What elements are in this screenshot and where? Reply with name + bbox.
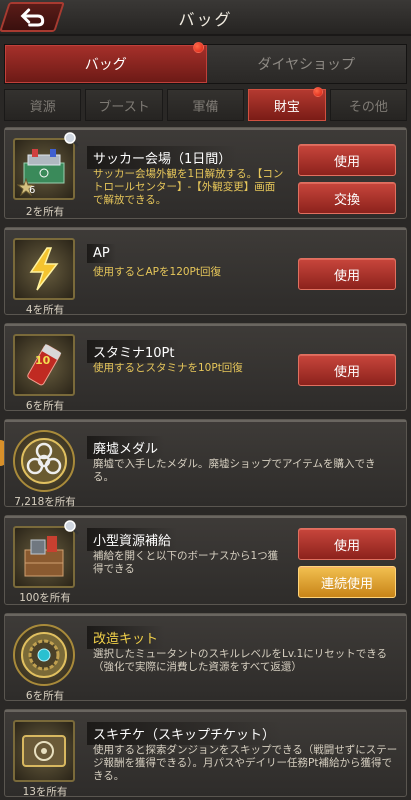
- magnifier-icon[interactable]: [63, 131, 79, 147]
- use-button[interactable]: 使用: [298, 258, 396, 290]
- item-name: 小型資源補給: [87, 528, 178, 551]
- title-bar: バッグ: [0, 0, 411, 36]
- subtab-treasure[interactable]: 財宝: [248, 87, 326, 121]
- supply-crate-icon[interactable]: [13, 526, 75, 588]
- list-item: 10 6を所有 スタミナ10Pt 使用するとスタミナを10Pt回復 使用: [4, 323, 407, 412]
- owned-count: 7,218を所有: [14, 496, 76, 508]
- list-item: 13を所有 スキチケ（スキップチケット） 使用すると探索ダンジョンをスキップでき…: [4, 709, 407, 798]
- subtab-label: ブースト: [98, 99, 150, 115]
- use-button[interactable]: 使用: [298, 354, 396, 386]
- main-tabs: バッグ ダイヤショップ: [4, 42, 407, 84]
- item-name: 改造キット: [87, 626, 165, 649]
- item-description: 使用すると探索ダンジョンをスキップできる（戦闘せずにステージ報酬を獲得できる）。…: [93, 744, 398, 782]
- tab-diamond-shop[interactable]: ダイヤショップ: [206, 45, 406, 83]
- owned-count: 6を所有: [25, 690, 65, 702]
- owned-count: 4を所有: [25, 304, 65, 316]
- icon-value: 10: [35, 354, 51, 367]
- biohazard-medal-icon[interactable]: [13, 430, 75, 492]
- magnifier-icon[interactable]: [63, 519, 79, 535]
- bulk-use-button[interactable]: 連続使用: [298, 566, 396, 598]
- item-description: 使用するとAPを120Pt回復: [93, 266, 222, 278]
- owned-count: 100を所有: [19, 592, 71, 604]
- item-name: スタミナ10Pt: [87, 340, 181, 363]
- item-name: スキチケ（スキップチケット）: [87, 722, 282, 745]
- stamina-can-icon[interactable]: 10: [13, 334, 75, 396]
- subtab-label: その他: [348, 99, 388, 115]
- item-name: AP: [87, 244, 116, 263]
- subtab-label: 資源: [29, 99, 56, 115]
- owned-count: 13を所有: [22, 786, 68, 798]
- gear-medal-icon[interactable]: [13, 624, 75, 686]
- item-description: 廃墟で入手したメダル。廃墟ショップでアイテムを購入できる。: [93, 458, 376, 483]
- sub-tabs: 資源 ブースト 軍備 財宝 その他: [0, 87, 411, 121]
- stadium-icon[interactable]: 6: [13, 138, 75, 200]
- list-item: 6を所有 改造キット 選択したミュータントのスキルレベルをLv.1にリセットでき…: [4, 613, 407, 702]
- subtab-label: 軍備: [192, 99, 219, 115]
- owned-count: 2を所有: [25, 206, 65, 218]
- icon-level: 6: [29, 185, 36, 196]
- item-description: サッカー会場外観を1日解放する。【コントロールセンター】-【外観変更】画面で解放…: [93, 168, 284, 206]
- exchange-button[interactable]: 交換: [298, 182, 396, 214]
- list-item: 7,218を所有 廃墟メダル 廃墟で入手したメダル。廃墟ショップでアイテムを購入…: [4, 419, 407, 508]
- tab-diamond-shop-label: ダイヤショップ: [257, 57, 356, 73]
- item-description: 使用するとスタミナを10Pt回復: [93, 362, 243, 374]
- use-button[interactable]: 使用: [298, 528, 396, 560]
- skip-ticket-icon[interactable]: [13, 720, 75, 782]
- tab-bag-label: バッグ: [84, 57, 127, 73]
- list-item: 6 2を所有 サッカー会場（1日間） サッカー会場外観を1日解放する。【コントロ…: [4, 127, 407, 219]
- list-item: 100を所有 小型資源補給 補給を開くと以下のボーナスから1つ獲得できる 使用 …: [4, 515, 407, 605]
- subtab-boost[interactable]: ブースト: [85, 89, 163, 121]
- notification-badge: [312, 87, 323, 97]
- subtab-resources[interactable]: 資源: [4, 89, 82, 121]
- item-list: 6 2を所有 サッカー会場（1日間） サッカー会場外観を1日解放する。【コントロ…: [4, 127, 407, 800]
- subtab-armament[interactable]: 軍備: [166, 89, 245, 121]
- item-description: 選択したミュータントのスキルレベルをLv.1にリセットできる（強化で実際に消費し…: [93, 648, 388, 673]
- owned-count: 6を所有: [25, 400, 65, 412]
- use-button[interactable]: 使用: [298, 144, 396, 176]
- item-name: サッカー会場（1日間）: [87, 146, 238, 169]
- list-item: 4を所有 AP 使用するとAPを120Pt回復 使用: [4, 227, 407, 316]
- notification-badge: [192, 42, 204, 53]
- item-description: 補給を開くと以下のボーナスから1つ獲得できる: [93, 550, 279, 575]
- lightning-icon[interactable]: [13, 238, 75, 300]
- tab-bag[interactable]: バッグ: [5, 42, 207, 83]
- item-name: 廃墟メダル: [87, 436, 165, 459]
- subtab-other[interactable]: その他: [329, 89, 408, 121]
- page-title: バッグ: [178, 10, 233, 29]
- subtab-label: 財宝: [273, 99, 300, 115]
